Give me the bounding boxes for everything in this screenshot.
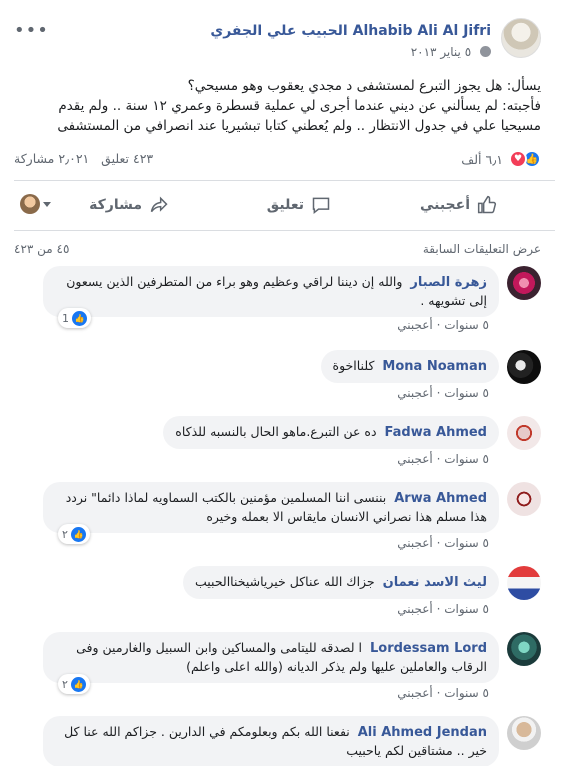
commenter-name[interactable]: Lordessam Lord <box>370 641 487 656</box>
comment-meta: ٥ سنوات · أعجبني <box>397 386 489 400</box>
post-stats: 👍 ♥ ٦٫١ ألف ٤٢٣ تعليق ٢٫٠٢١ مشاركة <box>14 150 541 170</box>
comment-meta: ٥ سنوات · أعجبني <box>397 452 489 466</box>
comments-shares-counts: ٤٢٣ تعليق ٢٫٠٢١ مشاركة <box>14 151 153 166</box>
comment-meta: ٥ سنوات · أعجبني <box>397 536 489 550</box>
commenter-name[interactable]: زهرة الصبار <box>410 275 487 290</box>
commenter-avatar[interactable] <box>507 632 541 666</box>
commenter-name[interactable]: Fadwa Ahmed <box>385 425 488 440</box>
comment-time[interactable]: ٥ سنوات <box>444 686 489 700</box>
comment-button[interactable]: تعليق <box>267 188 331 222</box>
divider <box>14 180 555 181</box>
reaction-as-selector[interactable] <box>20 194 51 214</box>
comment-item: Mona Noaman كلنااخوة ٥ سنوات · أعجبني <box>14 350 541 400</box>
comment-time[interactable]: ٥ سنوات <box>444 318 489 332</box>
commenter-avatar[interactable] <box>507 566 541 600</box>
comment-label: تعليق <box>266 197 304 213</box>
like-reaction-icon: 👍 <box>72 310 87 326</box>
commenter-avatar[interactable] <box>507 350 541 384</box>
facebook-post: Alhabib Ali Al Jifri الحبيب علي الجفري ٥… <box>0 0 569 766</box>
comment-bubble: Mona Noaman كلنااخوة <box>320 350 499 383</box>
commenter-avatar[interactable] <box>507 482 541 516</box>
comment-like-link[interactable]: أعجبني <box>397 536 432 550</box>
comment-time[interactable]: ٥ سنوات <box>444 536 489 550</box>
comment-meta: ٥ سنوات · أعجبني <box>397 602 489 616</box>
commenter-name[interactable]: ليث الاسد نعمان <box>383 575 487 590</box>
commenter-name[interactable]: Mona Noaman <box>382 359 487 374</box>
commenter-avatar[interactable] <box>507 716 541 750</box>
caret-down-icon <box>43 201 51 207</box>
share-label: مشاركة <box>89 197 142 213</box>
comment-bubble: زهرة الصبار والله إن ديننا لراقي وعظيم و… <box>43 266 499 317</box>
view-previous-comments-link[interactable]: عرض التعليقات السابقة <box>423 242 541 256</box>
comment-item: ليث الاسد نعمان جزاك الله عناكل خيرياشيخ… <box>14 566 541 616</box>
post-actions: أعجبني تعليق مشاركة <box>14 188 541 222</box>
author-avatar[interactable] <box>501 18 541 58</box>
commenter-name[interactable]: Arwa Ahmed <box>394 491 487 506</box>
comment-text: كلنااخوة <box>332 358 375 373</box>
comment-reactions[interactable]: ٢ 👍 <box>58 524 90 544</box>
post-meta: ٥ يناير ٢٠١٣ <box>411 45 491 59</box>
commenter-avatar[interactable] <box>507 266 541 300</box>
comment-time[interactable]: ٥ سنوات <box>444 602 489 616</box>
comment-text: جزاك الله عناكل خيرياشيخناالحبيب <box>195 574 375 589</box>
comment-time[interactable]: ٥ سنوات <box>444 452 489 466</box>
comment-like-link[interactable]: أعجبني <box>397 452 432 466</box>
thumbs-up-icon <box>477 195 497 214</box>
more-dots-icon[interactable]: ••• <box>14 20 49 41</box>
reactions-summary[interactable]: 👍 ♥ ٦٫١ ألف <box>461 150 541 168</box>
like-label: أعجبني <box>419 197 470 213</box>
reactions-count: ٦٫١ ألف <box>461 151 503 167</box>
like-reaction-icon: 👍 <box>70 676 86 692</box>
comment-item: Ali Ahmed Jendan نفعنا الله بكم وبعلومكم… <box>14 716 541 766</box>
comment-reaction-count: ٢ <box>62 677 68 691</box>
post-header: Alhabib Ali Al Jifri الحبيب علي الجفري ٥… <box>14 14 541 64</box>
divider <box>14 230 555 231</box>
post-text-line-1: يسأل: هل يجوز التبرع لمستشفى د مجدي يعقو… <box>187 78 541 94</box>
comments-header: عرض التعليقات السابقة ٤٥ من ٤٢٣ <box>14 242 541 258</box>
shares-count[interactable]: ٢٫٠٢١ مشاركة <box>14 151 89 166</box>
post-text-line-2: فأجبته: لم يسألني عن ديني عندما أجرى لي … <box>57 98 541 134</box>
share-icon <box>150 196 168 213</box>
comment-meta: ٥ سنوات · أعجبني <box>397 686 489 700</box>
post-body: يسأل: هل يجوز التبرع لمستشفى د مجدي يعقو… <box>14 76 541 136</box>
comment-bubble: Fadwa Ahmed ده عن التبرع.ماهو الحال بالن… <box>163 416 499 449</box>
comment-item: Lordessam Lord ا لصدقه لليتامى والمساكين… <box>14 632 541 702</box>
comment-bubble: ليث الاسد نعمان جزاك الله عناكل خيرياشيخ… <box>183 566 499 599</box>
comments-count[interactable]: ٤٢٣ تعليق <box>101 151 153 166</box>
comment-reactions[interactable]: 1 👍 <box>58 308 91 328</box>
viewer-avatar <box>20 194 40 214</box>
comment-bubble: Lordessam Lord ا لصدقه لليتامى والمساكين… <box>43 632 499 683</box>
comment-bubble: Ali Ahmed Jendan نفعنا الله بكم وبعلومكم… <box>43 716 499 766</box>
comment-like-link[interactable]: أعجبني <box>397 386 432 400</box>
comment-meta: ٥ سنوات · أعجبني <box>397 318 489 332</box>
comment-bubble: Arwa Ahmed بننسى اننا المسلمين مؤمنين با… <box>43 482 499 533</box>
comment-like-link[interactable]: أعجبني <box>397 318 432 332</box>
comment-item: زهرة الصبار والله إن ديننا لراقي وعظيم و… <box>14 266 541 336</box>
share-button[interactable]: مشاركة <box>89 188 169 222</box>
comment-reaction-count: 1 <box>62 311 69 325</box>
comment-icon <box>312 197 330 215</box>
love-reaction-icon: ♥ <box>509 150 527 168</box>
commenter-avatar[interactable] <box>507 416 541 450</box>
post-date[interactable]: ٥ يناير ٢٠١٣ <box>411 45 471 59</box>
comment-text: ده عن التبرع.ماهو الحال بالنسبه للذكاه <box>175 424 377 439</box>
comment-time[interactable]: ٥ سنوات <box>444 386 489 400</box>
commenter-name[interactable]: Ali Ahmed Jendan <box>358 725 487 740</box>
comment-reactions[interactable]: ٢ 👍 <box>58 674 90 694</box>
comments-shown-count: ٤٥ من ٤٢٣ <box>14 242 70 256</box>
globe-icon <box>480 46 491 57</box>
like-reaction-icon: 👍 <box>70 526 86 542</box>
like-button[interactable]: أعجبني <box>420 188 497 222</box>
comment-like-link[interactable]: أعجبني <box>397 686 432 700</box>
author-name[interactable]: Alhabib Ali Al Jifri الحبيب علي الجفري <box>210 23 491 39</box>
comment-item: Fadwa Ahmed ده عن التبرع.ماهو الحال بالن… <box>14 416 541 466</box>
comment-reaction-count: ٢ <box>62 527 68 541</box>
comment-like-link[interactable]: أعجبني <box>397 602 432 616</box>
comment-item: Arwa Ahmed بننسى اننا المسلمين مؤمنين با… <box>14 482 541 552</box>
